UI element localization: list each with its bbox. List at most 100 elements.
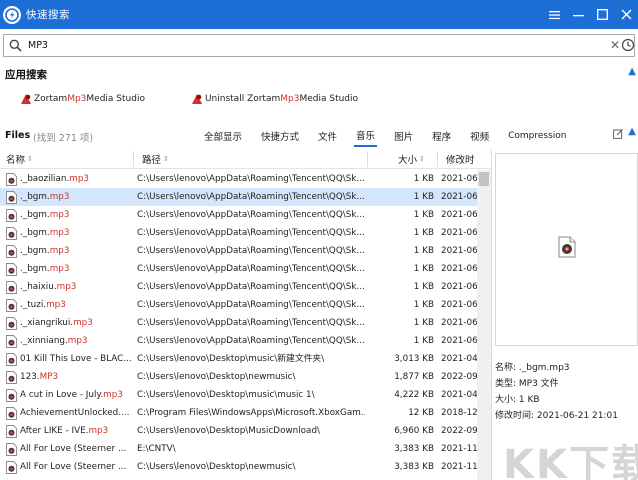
app-result-name-pre: Uninstall Zortam	[204, 94, 281, 104]
file-name-highlight: mp3	[49, 192, 70, 202]
file-date-cell: 2021-06	[441, 174, 477, 184]
table-row[interactable]: ._bgm. mp3 C:\Users\lenovo\AppData\Roaming…	[0, 206, 477, 224]
search-input[interactable]	[28, 40, 588, 51]
tab-all[interactable]: 全部显示	[202, 125, 244, 147]
preview-modified: 修改时间: 2021-06-21 21:01	[495, 411, 618, 421]
table-row[interactable]: After LIKE - IVE. mp3 C:\Users\lenovo\Desk…	[0, 422, 477, 440]
table-row[interactable]: All For Love (Steerner ... E:\CNTV\ 3,383 …	[0, 440, 477, 458]
file-name-text: ._baozilian.	[20, 174, 70, 184]
table-row[interactable]: ._tuzi. mp3 C:\Users\lenovo\AppData\Roamin…	[0, 296, 477, 314]
tab-files[interactable]: 文件	[316, 125, 339, 147]
tab-images[interactable]: 图片	[392, 125, 415, 147]
column-header-name-label: 名称	[6, 155, 26, 166]
file-name-text: All For Love (Steerner ...	[20, 462, 127, 472]
title-bar: 快速搜索	[0, 0, 638, 29]
tab-shortcuts[interactable]: 快捷方式	[259, 125, 301, 147]
app-result-item[interactable]: Zortam Mp3 Media Studio	[20, 93, 145, 105]
table-row[interactable]: ._xiangrikui. mp3 C:\Users\lenovo\AppData\…	[0, 314, 477, 332]
preview-size: 大小: 1 KB	[495, 395, 540, 405]
table-row[interactable]: AchievementUnlocked.... C:\Program Files\…	[0, 404, 477, 422]
file-size-cell: 3,013 KB	[394, 354, 434, 364]
table-row[interactable]: ._haixiu. mp3 C:\Users\lenovo\AppData\Roam…	[0, 278, 477, 296]
file-size-cell: 1 KB	[413, 318, 434, 328]
column-header-date[interactable]: 修改时	[446, 149, 475, 169]
file-name-highlight: mp3	[69, 174, 90, 184]
table-row[interactable]: A cut in Love - July. mp3 C:\Users\lenovo\…	[0, 386, 477, 404]
table-row[interactable]: All For Love (Steerner ... C:\Users\lenov…	[0, 458, 477, 476]
column-divider[interactable]	[367, 151, 368, 167]
file-date-cell: 2021-04	[441, 354, 477, 364]
pane-divider[interactable]	[491, 149, 492, 480]
collapse-up-icon[interactable]: ▲	[628, 66, 636, 77]
file-path-cell	[137, 476, 365, 480]
table-row[interactable]: ._bgm. mp3 C:\Users\lenovo\AppData\Roaming…	[0, 260, 477, 278]
file-date-cell: 2021-06	[441, 210, 477, 220]
minimize-icon[interactable]	[566, 0, 590, 29]
file-path-cell: C:\Users\lenovo\AppData\Roaming\Tencent\…	[137, 246, 365, 256]
file-date-cell: 2018-12	[441, 408, 477, 418]
tab-music[interactable]: 音乐	[354, 125, 378, 147]
file-date-cell: 2021-06	[441, 246, 477, 256]
table-row[interactable]	[0, 476, 477, 480]
column-header-name[interactable]: 名称 ⇕	[6, 149, 33, 169]
file-name-cell: ._baozilian. mp3	[6, 170, 132, 188]
app-result-item[interactable]: Uninstall Zortam Mp3 Media Studio	[191, 93, 358, 105]
column-header-path[interactable]: 路径 ⇕	[142, 149, 169, 169]
vertical-scrollbar[interactable]	[477, 170, 491, 480]
file-path-cell: E:\CNTV\	[137, 444, 176, 454]
file-path-cell: C:\Users\lenovo\Desktop\newmusic\	[137, 372, 296, 382]
tab-programs[interactable]: 程序	[430, 125, 453, 147]
file-name-highlight: mp3	[46, 300, 66, 310]
file-name-cell: ._bgm. mp3	[6, 224, 132, 242]
file-size-cell: 6,960 KB	[394, 426, 434, 436]
file-name-cell: ._xiangrikui. mp3	[6, 314, 132, 332]
collapse-up-icon[interactable]: ▲	[628, 126, 636, 137]
file-date-cell: 2021-11	[441, 462, 477, 472]
file-date-cell: 2021-06	[441, 336, 477, 346]
table-row[interactable]: ._xinniang. mp3 C:\Users\lenovo\AppData\Ro…	[0, 332, 477, 350]
file-name-cell: All For Love (Steerner ...	[6, 440, 132, 458]
file-size-cell: 1 KB	[413, 228, 434, 238]
results-table: 名称 ⇕ 路径 ⇕ 大小 ⇕ 修改时 ._baozilian. mp3 C:\Users\…	[0, 149, 491, 480]
column-divider[interactable]	[133, 151, 134, 167]
file-name-highlight: mp3	[88, 426, 109, 436]
clear-search-icon[interactable]: ✕	[610, 38, 620, 52]
maximize-icon[interactable]	[590, 0, 614, 29]
file-path-cell: C:\Users\lenovo\AppData\Roaming\Tencent\…	[137, 210, 365, 220]
scrollbar-thumb[interactable]	[479, 172, 489, 186]
tab-compression[interactable]: Compression	[506, 125, 568, 147]
file-name-cell: 01 Kill This Love - BLAC...	[6, 350, 132, 368]
file-path-cell: C:\Users\lenovo\Desktop\MusicDownload\	[137, 426, 320, 436]
zortam-app-icon	[21, 94, 31, 104]
table-row[interactable]: 123. MP3 C:\Users\lenovo\Desktop\newmusic\…	[0, 368, 477, 386]
column-header-size[interactable]: 大小 ⇕	[398, 149, 425, 169]
file-name-cell: ._bgm. mp3	[6, 242, 132, 260]
file-path-cell: C:\Users\lenovo\Desktop\newmusic\	[137, 462, 296, 472]
audio-file-icon	[6, 370, 17, 384]
preview-panel	[495, 153, 638, 346]
table-row[interactable]: ._bgm. mp3 C:\Users\lenovo\AppData\Roaming…	[0, 242, 477, 260]
file-path-cell: C:\Users\lenovo\AppData\Roaming\Tencent\…	[137, 192, 365, 202]
preview-name: 名称: ._bgm.mp3	[495, 363, 570, 373]
history-icon[interactable]	[621, 38, 635, 55]
preview-type: 类型: MP3 文件	[495, 379, 559, 389]
edit-icon[interactable]	[613, 128, 624, 142]
file-size-cell: 1 KB	[413, 174, 434, 184]
file-name-text: ._bgm.	[20, 264, 50, 274]
tab-videos[interactable]: 视频	[468, 125, 491, 147]
file-size-cell: 1 KB	[413, 192, 434, 202]
file-name-cell: All For Love (Steerner ...	[6, 458, 132, 476]
menu-icon[interactable]	[542, 0, 566, 29]
file-name-highlight: mp3	[103, 390, 123, 400]
table-row[interactable]: ._bgm. mp3 C:\Users\lenovo\AppData\Roaming…	[0, 188, 477, 206]
table-row[interactable]: ._baozilian. mp3 C:\Users\lenovo\AppData\R…	[0, 170, 477, 188]
file-size-cell: 1 KB	[413, 336, 434, 346]
file-name-text: ._haixiu.	[20, 282, 57, 292]
file-size-cell: 1 KB	[413, 210, 434, 220]
app-result-name-hl: Mp3	[280, 94, 300, 104]
close-icon[interactable]	[614, 0, 638, 29]
table-row[interactable]: 01 Kill This Love - BLAC... C:\Users\leno…	[0, 350, 477, 368]
column-divider[interactable]	[437, 151, 438, 167]
table-row[interactable]: ._bgm. mp3 C:\Users\lenovo\AppData\Roaming…	[0, 224, 477, 242]
app-search-heading: 应用搜索	[5, 69, 47, 81]
